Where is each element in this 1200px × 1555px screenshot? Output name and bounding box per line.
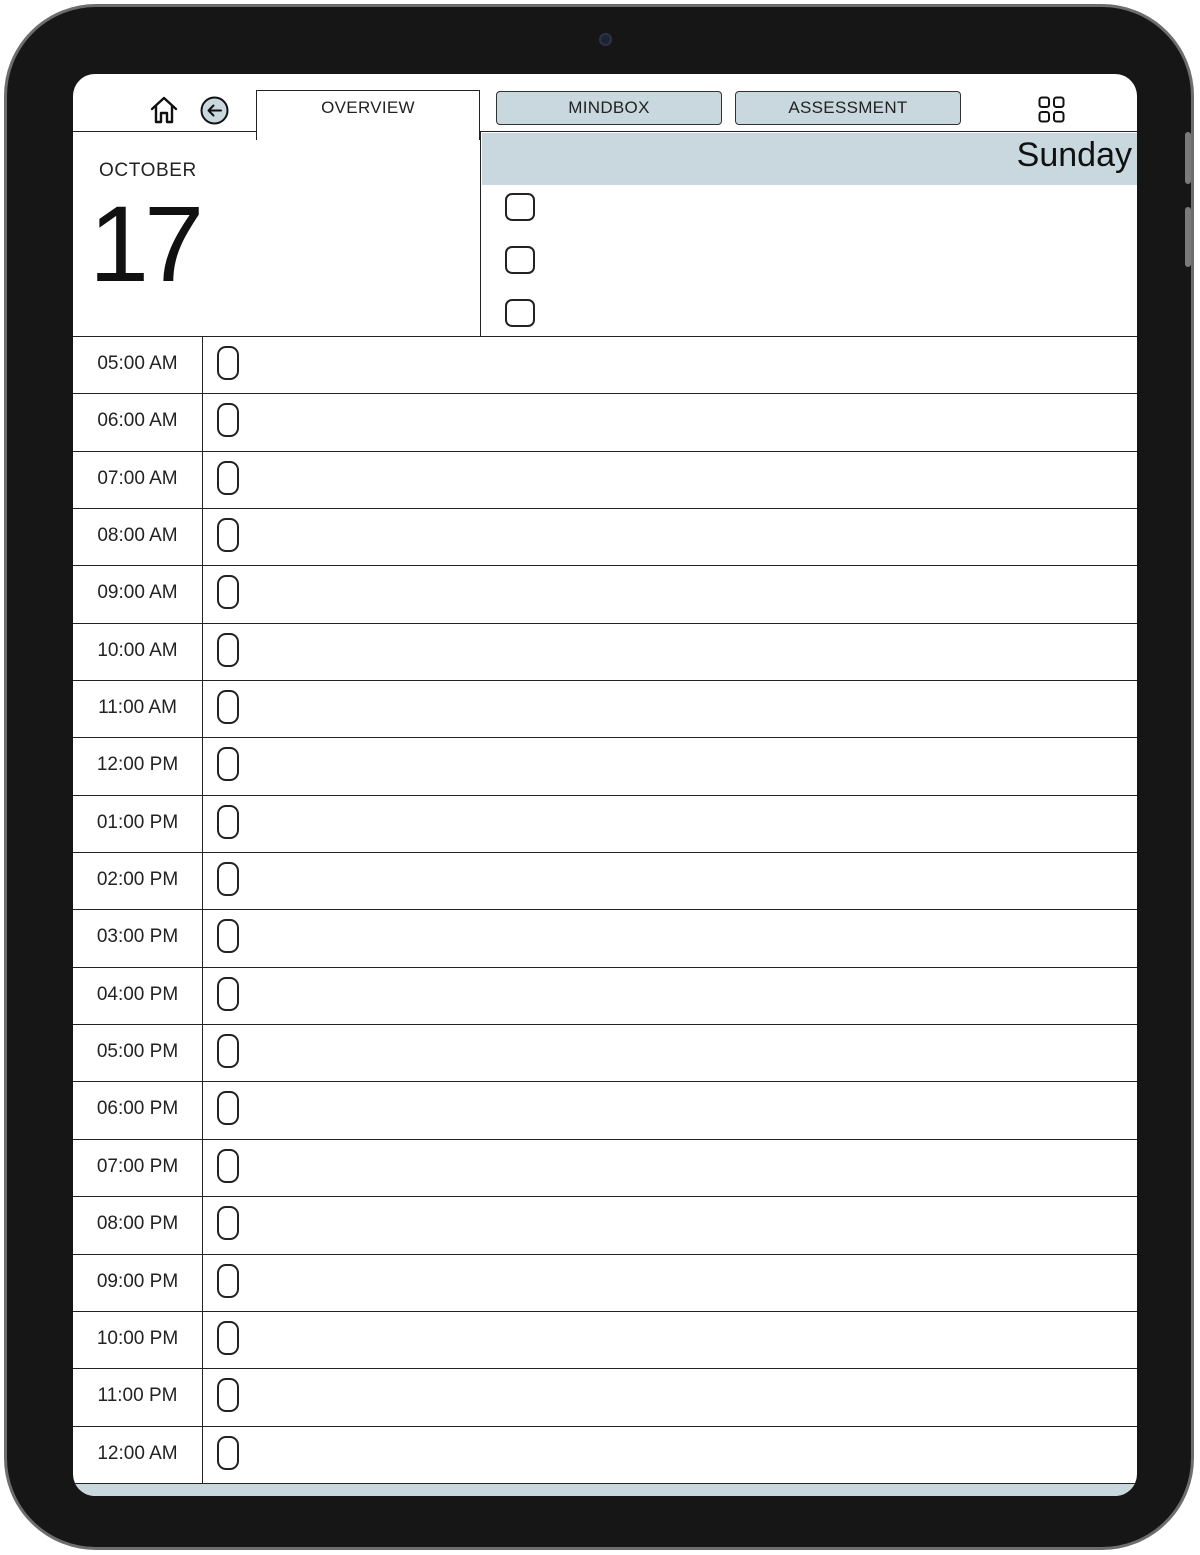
day-number: 17 bbox=[89, 183, 204, 304]
time-label: 02:00 PM bbox=[73, 853, 203, 910]
time-label: 12:00 PM bbox=[73, 738, 203, 795]
hour-checkbox[interactable] bbox=[217, 862, 239, 897]
schedule-row[interactable]: 03:00 PM bbox=[73, 910, 1137, 968]
hour-checkbox[interactable] bbox=[217, 919, 239, 954]
bottom-accent-bar bbox=[73, 1484, 1137, 1496]
schedule-row[interactable]: 11:00 PM bbox=[73, 1369, 1137, 1427]
volume-button bbox=[1185, 207, 1191, 267]
time-label: 10:00 PM bbox=[73, 1311, 203, 1369]
schedule-row[interactable]: 12:00 PM bbox=[73, 738, 1137, 796]
top-side-button bbox=[1185, 132, 1191, 184]
time-label: 07:00 PM bbox=[73, 1139, 203, 1197]
tab-assessment[interactable]: ASSESSMENT bbox=[735, 91, 961, 125]
time-label: 11:00 AM bbox=[73, 681, 203, 738]
schedule-row[interactable]: 11:00 AM bbox=[73, 681, 1137, 739]
schedule-row[interactable]: 07:00 AM bbox=[73, 451, 1137, 510]
weekday-header: Sunday bbox=[482, 133, 1137, 185]
schedule-row[interactable]: 08:00 AM bbox=[73, 509, 1137, 567]
schedule-row[interactable]: 10:00 AM bbox=[73, 623, 1137, 682]
top-toolbar: OVERVIEW MINDBOX ASSESSMENT bbox=[73, 74, 1137, 140]
time-label: 12:00 AM bbox=[73, 1426, 203, 1483]
schedule-row[interactable]: 01:00 PM bbox=[73, 795, 1137, 854]
hour-checkbox[interactable] bbox=[217, 1148, 239, 1183]
date-panel-divider bbox=[480, 132, 481, 337]
schedule-row[interactable]: 07:00 PM bbox=[73, 1139, 1137, 1198]
time-label: 04:00 PM bbox=[73, 967, 203, 1025]
hour-checkbox[interactable] bbox=[217, 632, 239, 667]
hour-checkbox[interactable] bbox=[217, 1091, 239, 1126]
time-label: 10:00 AM bbox=[73, 623, 203, 681]
hourly-schedule: 05:00 AM 06:00 AM 07:00 AM 08:00 AM 09:00 AM… bbox=[73, 337, 1137, 1484]
month-label: OCTOBER bbox=[99, 160, 197, 181]
task-checkbox[interactable] bbox=[505, 193, 535, 221]
time-label: 03:00 PM bbox=[73, 910, 203, 967]
time-label: 06:00 PM bbox=[73, 1082, 203, 1139]
schedule-row[interactable]: 05:00 AM bbox=[73, 337, 1137, 395]
schedule-row[interactable]: 05:00 PM bbox=[73, 1025, 1137, 1083]
hour-checkbox[interactable] bbox=[217, 346, 239, 380]
schedule-row[interactable]: 10:00 PM bbox=[73, 1311, 1137, 1370]
hour-checkbox[interactable] bbox=[217, 1378, 239, 1413]
hour-checkbox[interactable] bbox=[217, 690, 239, 725]
hour-checkbox[interactable] bbox=[217, 575, 239, 610]
time-label: 08:00 AM bbox=[73, 509, 203, 566]
time-label: 09:00 PM bbox=[73, 1254, 203, 1311]
toolbar-divider-right bbox=[480, 131, 1137, 132]
time-label: 05:00 AM bbox=[73, 337, 203, 394]
front-camera bbox=[599, 33, 612, 46]
hour-checkbox[interactable] bbox=[217, 1320, 239, 1355]
time-label: 05:00 PM bbox=[73, 1025, 203, 1082]
planner-screen: OVERVIEW MINDBOX ASSESSMENT OCTOBER 17 S… bbox=[73, 74, 1137, 1496]
hour-checkbox[interactable] bbox=[217, 976, 239, 1011]
schedule-row[interactable]: 09:00 PM bbox=[73, 1254, 1137, 1312]
task-checkbox[interactable] bbox=[505, 246, 535, 274]
schedule-row[interactable]: 09:00 AM bbox=[73, 566, 1137, 624]
tab-mindbox[interactable]: MINDBOX bbox=[496, 91, 722, 125]
hour-checkbox[interactable] bbox=[217, 460, 239, 495]
schedule-row[interactable]: 02:00 PM bbox=[73, 853, 1137, 911]
tablet-frame: OVERVIEW MINDBOX ASSESSMENT OCTOBER 17 S… bbox=[4, 4, 1194, 1550]
schedule-row[interactable]: 04:00 PM bbox=[73, 967, 1137, 1026]
hour-checkbox[interactable] bbox=[217, 518, 239, 553]
date-panel: OCTOBER 17 bbox=[73, 132, 480, 336]
weekday-label: Sunday bbox=[1016, 136, 1132, 174]
hour-checkbox[interactable] bbox=[217, 403, 239, 438]
schedule-row[interactable]: 06:00 PM bbox=[73, 1082, 1137, 1140]
time-label: 08:00 PM bbox=[73, 1197, 203, 1254]
hour-checkbox[interactable] bbox=[217, 747, 239, 782]
time-label: 01:00 PM bbox=[73, 795, 203, 853]
time-label: 09:00 AM bbox=[73, 566, 203, 623]
hour-checkbox[interactable] bbox=[217, 804, 239, 839]
hour-checkbox[interactable] bbox=[217, 1206, 239, 1241]
grid-icon[interactable] bbox=[1038, 96, 1065, 123]
time-label: 06:00 AM bbox=[73, 394, 203, 451]
back-arrow-circle-icon[interactable] bbox=[200, 96, 229, 125]
hour-checkbox[interactable] bbox=[217, 1435, 239, 1470]
schedule-row[interactable]: 06:00 AM bbox=[73, 394, 1137, 452]
time-label: 07:00 AM bbox=[73, 451, 203, 509]
schedule-row[interactable]: 08:00 PM bbox=[73, 1197, 1137, 1255]
schedule-row[interactable]: 12:00 AM bbox=[73, 1426, 1137, 1484]
task-checkbox[interactable] bbox=[505, 299, 535, 327]
home-icon[interactable] bbox=[148, 94, 180, 126]
hour-checkbox[interactable] bbox=[217, 1034, 239, 1069]
hour-checkbox[interactable] bbox=[217, 1263, 239, 1298]
time-label: 11:00 PM bbox=[73, 1369, 203, 1426]
